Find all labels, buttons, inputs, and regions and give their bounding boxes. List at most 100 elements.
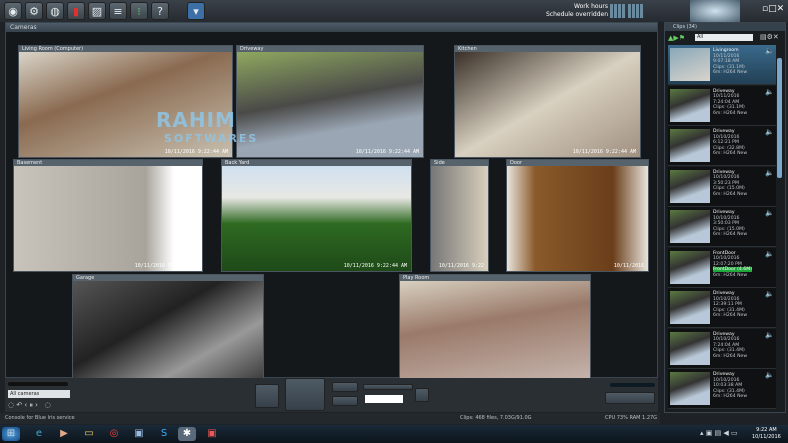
traffic-light-icon[interactable]: ⁝ — [130, 2, 148, 20]
clip-item[interactable]: Driveway 10/10/2016 6:12:21 PM Clips: (32.8… — [668, 126, 776, 166]
cameras-header: Cameras — [6, 23, 657, 32]
schedule-status[interactable]: Work hours Schedule overridden — [546, 3, 608, 19]
audio-slider[interactable] — [610, 383, 655, 387]
clip-camera: Driveway — [713, 169, 735, 175]
clips-panel: Clips (34) ▲▶⚑ All ▤⚙✕ Livingroom 10/11/2… — [664, 22, 786, 413]
clip-info: Clips: (31.1M) — [713, 105, 745, 111]
camera-timestamp: 10/11/2016 9:22:44 AM — [343, 263, 407, 269]
schedule-grid[interactable] — [628, 4, 644, 18]
image-icon[interactable]: ▨ — [88, 2, 106, 20]
nav-icons[interactable]: ◌ ↶ ‹ ⏸ › ◌ — [8, 401, 51, 410]
gear-icon[interactable]: ⚙ — [25, 2, 43, 20]
watermark-line2: SOFTWARES — [164, 132, 259, 145]
app2-icon[interactable]: ▣ — [203, 427, 221, 441]
clip-camera: Driveway — [713, 291, 735, 296]
folder-icon[interactable]: ▭ — [80, 427, 98, 441]
camera-tile[interactable]: Basement 10/11/2016 9:22:44 AM — [13, 159, 203, 272]
clip-thumbnail — [670, 210, 710, 243]
clip-action-icons[interactable]: ▤⚙✕ — [760, 33, 779, 41]
camera-feed — [222, 166, 411, 271]
zoom-buttons[interactable] — [332, 382, 358, 392]
clip-codec: 6m: H264 New — [713, 272, 748, 278]
clock[interactable]: 9:22 AM 10/11/2016 — [752, 427, 781, 441]
volume-slider[interactable] — [8, 382, 68, 386]
camera-timestamp: 10/11/2016 9:22:44 AM — [572, 149, 636, 155]
chrome-icon[interactable]: ◎ — [105, 427, 123, 441]
ptz-dpad[interactable] — [285, 378, 325, 411]
preset-input[interactable] — [365, 395, 403, 403]
clip-codec: 6m: H264 New — [713, 394, 748, 400]
clip-item[interactable]: Driveway 10/10/2016 3:50:03 PM Clips: (15.0… — [668, 207, 776, 247]
app-icon[interactable]: ▣ — [130, 427, 148, 441]
camera-icon[interactable]: ◉ — [4, 2, 22, 20]
clips-title: Clips — [673, 24, 686, 30]
go-button[interactable] — [415, 388, 429, 402]
clip-thumbnail — [670, 129, 710, 162]
clip-date: 10/11/2016 — [713, 53, 740, 59]
speaker-icon: 🔈 — [765, 249, 774, 258]
clip-time: 3:50:23 PM — [713, 180, 739, 186]
chart-icon[interactable]: ▮ — [67, 2, 85, 20]
clip-scrollbar[interactable] — [777, 58, 782, 178]
camera-feed — [455, 52, 640, 157]
schedule-name: Work hours — [574, 3, 608, 10]
camera-tile[interactable]: Garage — [72, 274, 264, 386]
clip-codec: 6m: H264 New — [713, 191, 748, 197]
clip-camera: Driveway — [713, 88, 735, 94]
clip-filter-select[interactable]: All — [695, 34, 753, 41]
clip-info: FrontDoor (4.6M) — [713, 267, 752, 273]
camera-tile[interactable]: Play Room — [399, 274, 591, 386]
preset-buttons[interactable] — [363, 384, 413, 390]
camera-tile[interactable]: Kitchen 10/11/2016 9:22:44 AM — [454, 45, 641, 158]
speaker-icon: 🔈 — [765, 87, 774, 96]
camera-timestamp: 10/11/2016 9:22 — [438, 263, 484, 269]
clip-date: 10/10/2016 — [713, 134, 740, 140]
status-clips: Clips: 468 files, 7.03G/91.0G — [460, 415, 532, 421]
globe-icon[interactable]: ◍ — [46, 2, 64, 20]
list-icon[interactable]: ≡ — [109, 2, 127, 20]
blue-iris-icon[interactable]: ✱ — [178, 427, 196, 441]
clip-thumbnail — [670, 372, 710, 405]
camera-tile[interactable]: Door 10/11/2016 — [506, 159, 649, 272]
clip-info: Clips: (31.4M) — [713, 348, 745, 354]
camera-tile[interactable]: Driveway 10/11/2016 9:22:44 AM — [236, 45, 424, 158]
clip-item[interactable]: Driveway 10/10/2016 7:24:04 AM Clips: (31.4… — [668, 328, 776, 369]
logo-image — [690, 0, 740, 22]
clip-date: 10/10/2016 — [713, 215, 740, 221]
skype-icon[interactable]: S — [155, 427, 173, 441]
ptz-button[interactable] — [255, 384, 279, 408]
clip-codec: 6m: H264 New — [713, 151, 748, 157]
camera-timestamp: 10/11/2016 9:22:44 AM — [134, 263, 198, 269]
clip-time: 10:03:38 AM — [713, 383, 743, 389]
tray-icons[interactable]: ▴ ▣ ▤ ◀ ▭ — [700, 429, 738, 437]
clip-item[interactable]: Driveway 10/10/2016 12:39:11 PM Clips: (31.… — [668, 288, 776, 328]
shield-icon[interactable]: ▾ — [187, 2, 205, 20]
clips-header: Clips (34) — [665, 23, 785, 31]
camera-tile[interactable]: Side 10/11/2016 9:22 — [430, 159, 489, 272]
clip-camera: Driveway — [713, 372, 735, 377]
schedule-grid[interactable] — [610, 4, 626, 18]
clip-item[interactable]: Livingroom 10/11/2016 9:07:18 AM Clips: (31… — [668, 45, 776, 85]
help-icon[interactable]: ? — [151, 2, 169, 20]
clip-item[interactable]: Driveway 10/10/2016 3:50:23 PM Clips: (15.0… — [668, 166, 776, 207]
speaker-icon: 🔈 — [765, 209, 774, 217]
camera-select[interactable]: All cameras — [8, 390, 70, 398]
clip-item[interactable]: Driveway 10/10/2016 10:03:38 AM Clips: (31.… — [668, 369, 776, 409]
clip-tool-icons[interactable]: ▲▶⚑ — [668, 34, 685, 42]
media-icon[interactable]: ▶ — [55, 427, 73, 441]
camera-timestamp: 10/11/2016 — [613, 263, 644, 269]
audio-buttons[interactable] — [605, 392, 655, 404]
clip-time: 12:39:11 PM — [713, 302, 742, 308]
focus-buttons[interactable] — [332, 396, 358, 406]
camera-feed — [400, 281, 590, 385]
clip-date: 10/10/2016 — [713, 337, 740, 343]
clip-camera: Livingroom — [713, 48, 739, 53]
start-button[interactable]: ⊞ — [2, 427, 20, 441]
window-controls[interactable]: ▫□✕ — [762, 4, 784, 14]
clip-list[interactable]: Livingroom 10/11/2016 9:07:18 AM Clips: (31… — [665, 45, 780, 410]
camera-tile[interactable]: Back Yard 10/11/2016 9:22:44 AM — [221, 159, 412, 272]
speaker-icon: 🔈 — [765, 47, 774, 55]
clip-item[interactable]: FrontDoor 10/10/2016 12:07:20 PM FrontDoor … — [668, 247, 776, 288]
clip-item[interactable]: Driveway 10/11/2016 7:24:04 AM Clips: (31.1… — [668, 85, 776, 126]
ie-icon[interactable]: e — [30, 427, 48, 441]
